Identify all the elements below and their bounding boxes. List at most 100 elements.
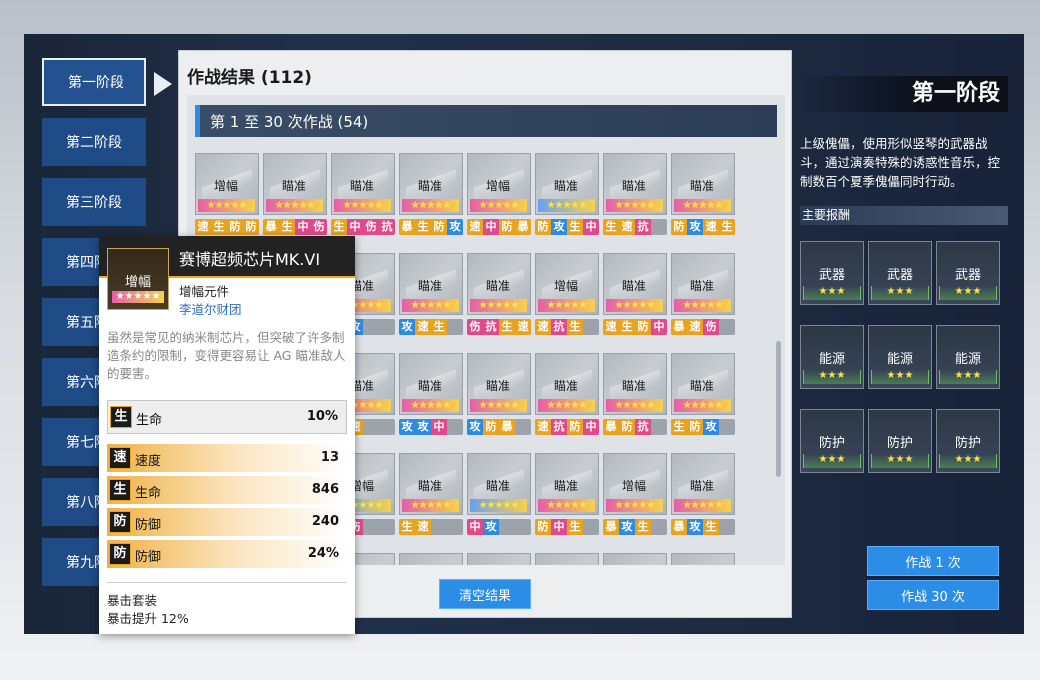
result-card[interactable]: 瞄准 ★★★★★ 暴速伤 <box>671 253 735 337</box>
battle-thirty-button[interactable]: 作战 30 次 <box>867 580 999 610</box>
attribute-badge: 攻 <box>687 519 703 535</box>
attribute-badge: 攻 <box>687 219 703 235</box>
result-card[interactable]: 增幅 ★★★★★ 速中防暴 <box>467 153 531 237</box>
reward-item[interactable]: 能源 ★★★ <box>936 325 1000 389</box>
result-card[interactable] <box>671 553 735 565</box>
result-card[interactable]: 瞄准 ★★★★★ 暴生中伤 <box>263 153 327 237</box>
sub-attribute-value: 240 <box>311 514 339 529</box>
result-card[interactable] <box>467 553 531 565</box>
card-stars: ★★★★★ <box>538 399 595 412</box>
result-card[interactable] <box>603 553 667 565</box>
sub-attribute-value: 13 <box>320 450 339 465</box>
attribute-badge: 攻 <box>551 219 567 235</box>
results-scrollbar[interactable] <box>776 341 781 477</box>
result-card[interactable]: 瞄准 ★★★★★ 防攻速生 <box>671 153 735 237</box>
result-card[interactable]: 瞄准 ★★★★★ 中攻 <box>467 453 531 537</box>
result-card[interactable] <box>535 553 599 565</box>
stage-title: 第一阶段 <box>800 76 1008 112</box>
result-card[interactable]: 瞄准 ★★★★★ 生速 <box>399 453 463 537</box>
reward-stars: ★★★ <box>871 370 929 384</box>
result-card[interactable]: 瞄准 ★★★★★ 速生防中 <box>603 253 667 337</box>
attribute-badge: 抗 <box>483 319 499 335</box>
reward-item[interactable]: 能源 ★★★ <box>800 325 864 389</box>
reward-stars: ★★★ <box>939 454 997 468</box>
attribute-badge: 生 <box>279 219 295 235</box>
result-card[interactable]: 瞄准 ★★★★★ 速抗防中 <box>535 353 599 437</box>
card-stars: ★★★★★ <box>606 299 663 312</box>
card-stars: ★★★★★ <box>266 199 323 212</box>
stage-button[interactable]: 第二阶段 <box>42 118 146 166</box>
attribute-badge: 暴 <box>263 219 279 235</box>
attribute-badge: 防 <box>535 219 551 235</box>
attribute-badge: 速 <box>703 219 719 235</box>
result-card[interactable]: 瞄准 ★★★★★ 生防攻 <box>671 353 735 437</box>
reward-item[interactable]: 防护 ★★★ <box>800 409 864 473</box>
attribute-badge: 速 <box>535 319 551 335</box>
card-type-label: 瞄准 <box>485 479 510 493</box>
reward-item[interactable]: 能源 ★★★ <box>868 325 932 389</box>
card-type-label: 瞄准 <box>417 279 442 293</box>
attribute-badge: 防 <box>687 419 703 435</box>
reward-item[interactable]: 防护 ★★★ <box>936 409 1000 473</box>
card-stars: ★★★★★ <box>470 499 527 512</box>
attribute-badge: 暴 <box>603 419 619 435</box>
attribute-badge: 生 <box>211 219 227 235</box>
result-card[interactable]: 瞄准 ★★★★★ 攻速生 <box>399 253 463 337</box>
clear-results-button[interactable]: 清空结果 <box>439 579 531 609</box>
card-attributes: 速生防防 <box>195 219 259 235</box>
attribute-badge: 生 <box>619 319 635 335</box>
main-attribute-row: 生 生命 10% <box>107 400 347 434</box>
result-card[interactable]: 瞄准 ★★★★★ 生中伤抗 <box>331 153 395 237</box>
card-attributes: 防攻生中 <box>535 219 599 235</box>
card-stars: ★★★★★ <box>674 199 731 212</box>
card-type-label: 瞄准 <box>689 379 714 393</box>
attribute-badge: 中 <box>431 419 447 435</box>
card-type-label: 增幅 <box>621 479 646 493</box>
card-stars: ★★★★★ <box>606 199 663 212</box>
attribute-badge: 速 <box>195 219 211 235</box>
chip-icon <box>467 553 531 565</box>
card-attributes: 攻速生 <box>399 319 463 335</box>
attribute-badge: 生 <box>399 519 415 535</box>
result-card[interactable]: 增幅 ★★★★★ 暴攻生 <box>603 453 667 537</box>
sub-attribute-name: 速度 <box>135 454 162 469</box>
card-attributes: 生速抗 <box>603 219 667 235</box>
sub-attribute-badge: 防 <box>109 511 131 533</box>
stage-button[interactable]: 第三阶段 <box>42 178 146 226</box>
item-maker-link[interactable]: 李道尔财团 <box>179 299 242 318</box>
result-card[interactable]: 瞄准 ★★★★★ 暴防抗 <box>603 353 667 437</box>
result-card[interactable]: 增幅 ★★★★★ 速生防防 <box>195 153 259 237</box>
result-card[interactable]: 瞄准 ★★★★★ 伤抗生速 <box>467 253 531 337</box>
card-type-label: 增幅 <box>213 179 238 193</box>
card-attributes: 速生防中 <box>603 319 667 335</box>
reward-label: 武器 <box>954 268 981 283</box>
attribute-badge: 抗 <box>635 219 651 235</box>
reward-item[interactable]: 武器 ★★★ <box>936 241 1000 305</box>
result-card[interactable]: 瞄准 ★★★★★ 攻防暴 <box>467 353 531 437</box>
attribute-badge: 防 <box>431 219 447 235</box>
stage-button[interactable]: 第一阶段 <box>42 58 146 106</box>
result-card[interactable]: 瞄准 ★★★★★ 防中生 <box>535 453 599 537</box>
battle-once-button[interactable]: 作战 1 次 <box>867 546 999 576</box>
result-card[interactable]: 瞄准 ★★★★★ 攻攻中 <box>399 353 463 437</box>
reward-item[interactable]: 防护 ★★★ <box>868 409 932 473</box>
result-card[interactable]: 增幅 ★★★★★ 速抗生 <box>535 253 599 337</box>
attribute-badge: 防 <box>619 419 635 435</box>
attribute-badge: 中 <box>583 219 599 235</box>
sub-attribute-badge: 速 <box>109 447 131 469</box>
attribute-badge: 生 <box>415 219 431 235</box>
sub-attribute-name: 生命 <box>135 486 162 501</box>
result-card[interactable]: 瞄准 ★★★★★ 防攻生中 <box>535 153 599 237</box>
chip-icon <box>399 553 463 565</box>
card-type-label: 增幅 <box>553 279 578 293</box>
result-card[interactable]: 瞄准 ★★★★★ 暴攻生 <box>671 453 735 537</box>
result-card[interactable]: 瞄准 ★★★★★ 暴生防攻 <box>399 153 463 237</box>
card-attributes: 攻攻中 <box>399 419 463 435</box>
reward-label: 能源 <box>818 352 845 367</box>
reward-item[interactable]: 武器 ★★★ <box>868 241 932 305</box>
reward-item[interactable]: 武器 ★★★ <box>800 241 864 305</box>
chip-icon <box>535 553 599 565</box>
reward-label: 武器 <box>818 268 845 283</box>
result-card[interactable]: 瞄准 ★★★★★ 生速抗 <box>603 153 667 237</box>
result-card[interactable] <box>399 553 463 565</box>
